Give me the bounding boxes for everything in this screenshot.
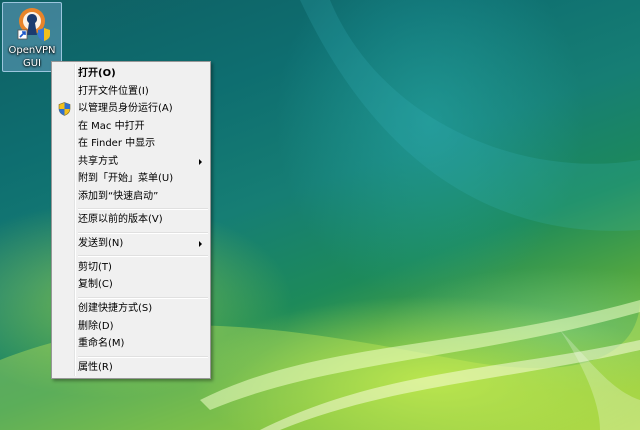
menu-separator (78, 255, 208, 257)
menu-separator (78, 297, 208, 299)
context-menu: 打开(O) 打开文件位置(I) 以管理员身份运行(A) 在 Mac 中打开 在 … (51, 61, 211, 379)
menu-item-open-in-mac[interactable]: 在 Mac 中打开 (54, 118, 210, 136)
menu-item-create-shortcut[interactable]: 创建快捷方式(S) (54, 300, 210, 318)
submenu-arrow-icon (199, 159, 202, 165)
menu-item-share-with[interactable]: 共享方式 (54, 153, 210, 171)
menu-item-properties[interactable]: 属性(R) (54, 359, 210, 377)
desktop-background: OpenVPN GUI 打开(O) 打开文件位置(I) 以管理员身份运行(A) … (0, 0, 640, 430)
menu-item-send-to[interactable]: 发送到(N) (54, 235, 210, 253)
submenu-arrow-icon (199, 241, 202, 247)
menu-item-restore-previous-versions[interactable]: 还原以前的版本(V) (54, 211, 210, 229)
menu-item-open[interactable]: 打开(O) (54, 65, 210, 83)
menu-item-copy[interactable]: 复制(C) (54, 276, 210, 294)
menu-item-pin-to-start[interactable]: 附到「开始」菜单(U) (54, 170, 210, 188)
menu-item-delete[interactable]: 删除(D) (54, 318, 210, 336)
menu-separator (78, 232, 208, 234)
menu-item-show-in-finder[interactable]: 在 Finder 中显示 (54, 135, 210, 153)
menu-item-cut[interactable]: 剪切(T) (54, 259, 210, 277)
menu-item-add-to-quick-launch[interactable]: 添加到“快速启动” (54, 188, 210, 206)
menu-separator (78, 356, 208, 358)
openvpn-app-icon (17, 8, 50, 41)
menu-separator (78, 208, 208, 210)
menu-item-open-file-location[interactable]: 打开文件位置(I) (54, 83, 210, 101)
menu-item-rename[interactable]: 重命名(M) (54, 335, 210, 353)
menu-item-run-as-admin[interactable]: 以管理员身份运行(A) (54, 100, 210, 118)
uac-shield-icon (58, 102, 71, 116)
